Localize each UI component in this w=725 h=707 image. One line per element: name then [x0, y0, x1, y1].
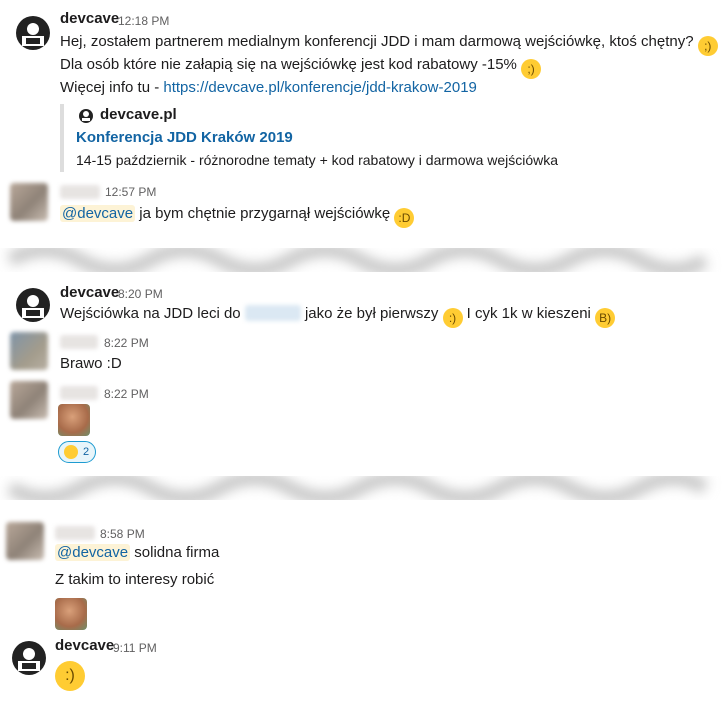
message-text: Więcej info tu -	[60, 79, 164, 96]
author-name[interactable]: devcave	[60, 10, 119, 27]
message-text-line: Wejściówka na JDD leci do jako że był pi…	[60, 303, 616, 328]
message-devcave-2: devcave 8:20 PM Wejściówka na JDD leci d…	[0, 280, 725, 330]
message-timestamp[interactable]: 8:58 PM	[100, 527, 145, 541]
message-user-3: 8:22 PM	[0, 378, 725, 468]
message-user-2: 8:22 PM Brawo :D	[0, 330, 725, 378]
site-favicon-icon	[79, 109, 93, 123]
message-timestamp[interactable]: 9:11 PM	[113, 641, 157, 655]
message-text: Hej, zostałem partnerem medialnym konfer…	[60, 33, 694, 50]
message-timestamp[interactable]: 12:57 PM	[105, 185, 156, 199]
grin-emoji-icon: :D	[394, 208, 415, 228]
author-name[interactable]: devcave	[55, 637, 114, 654]
unfurl-title[interactable]: Konferencja JDD Kraków 2019	[76, 129, 293, 146]
message-user-4: 8:58 PM @devcave solidna firma Z takim t…	[0, 518, 725, 633]
message-timestamp[interactable]: 12:18 PM	[118, 14, 169, 28]
unfurl-site-name[interactable]: devcave.pl	[100, 106, 177, 123]
message-text: ja bym chętnie przygarnął wejściówkę	[135, 205, 391, 222]
joy-emoji-icon	[64, 445, 78, 459]
message-devcave-3: devcave 9:11 PM :)	[0, 633, 725, 707]
message-text: jako że był pierwszy	[300, 305, 443, 322]
message-text: I cyk 1k w kieszeni	[462, 305, 596, 322]
message-text-line: Więcej info tu - https://devcave.pl/konf…	[60, 77, 477, 99]
devcave-avatar[interactable]	[14, 14, 52, 52]
message-text: Dla osób które nie załapią się na wejści…	[60, 56, 517, 73]
blurred-separator	[6, 471, 709, 505]
redacted-mention[interactable]	[244, 305, 301, 321]
sunglasses-emoji-icon: B)	[595, 308, 616, 328]
message-text: Brawo :D	[60, 355, 122, 372]
message-text-line: @devcave solidna firma	[55, 542, 219, 564]
user-avatar[interactable]	[10, 332, 48, 370]
link-unfurl-card: devcave.pl Konferencja JDD Kraków 2019 1…	[60, 104, 604, 172]
redacted-user-name[interactable]	[60, 335, 98, 349]
message-text-line: Dla osób które nie załapią się na wejści…	[60, 54, 542, 79]
message-text-line: @devcave ja bym chętnie przygarnął wejśc…	[60, 203, 415, 228]
message-user-1: 12:57 PM @devcave ja bym chętnie przygar…	[0, 175, 725, 228]
message-text: Z takim to interesy robić	[55, 571, 215, 588]
reaction-count: 2	[83, 446, 90, 458]
user-avatar[interactable]	[10, 183, 48, 221]
user-mention[interactable]: @devcave	[55, 544, 131, 561]
sticker-image[interactable]	[55, 598, 87, 630]
message-text: solidna firma	[130, 544, 220, 561]
redacted-user-name[interactable]	[60, 185, 100, 199]
conference-link[interactable]: https://devcave.pl/konferencje/jdd-krako…	[163, 79, 477, 96]
redacted-user-name[interactable]	[55, 526, 95, 540]
redacted-user-name[interactable]	[60, 386, 98, 400]
message-timestamp[interactable]: 8:22 PM	[104, 387, 149, 401]
user-avatar[interactable]	[6, 522, 44, 560]
wink-emoji-icon: ;)	[521, 59, 542, 79]
user-mention[interactable]: @devcave	[60, 205, 136, 222]
author-name[interactable]: devcave	[60, 284, 119, 301]
sticker-image[interactable]	[58, 404, 90, 436]
devcave-avatar[interactable]	[10, 639, 48, 677]
devcave-avatar[interactable]	[14, 286, 52, 324]
message-text-line: Hej, zostałem partnerem medialnym konfer…	[60, 31, 718, 56]
smile-emoji-icon: :)	[55, 661, 85, 691]
message-timestamp[interactable]: 8:22 PM	[104, 336, 149, 350]
message-timestamp[interactable]: 8:20 PM	[118, 287, 163, 301]
user-avatar[interactable]	[10, 381, 48, 419]
wink-emoji-icon: ;)	[697, 36, 718, 56]
message-devcave-1: devcave 12:18 PM Hej, zostałem partnerem…	[0, 0, 725, 175]
smile-emoji-icon: :)	[442, 308, 463, 328]
message-text: Wejściówka na JDD leci do	[60, 305, 245, 322]
unfurl-description: 14-15 październik - różnorodne tematy + …	[76, 152, 559, 168]
